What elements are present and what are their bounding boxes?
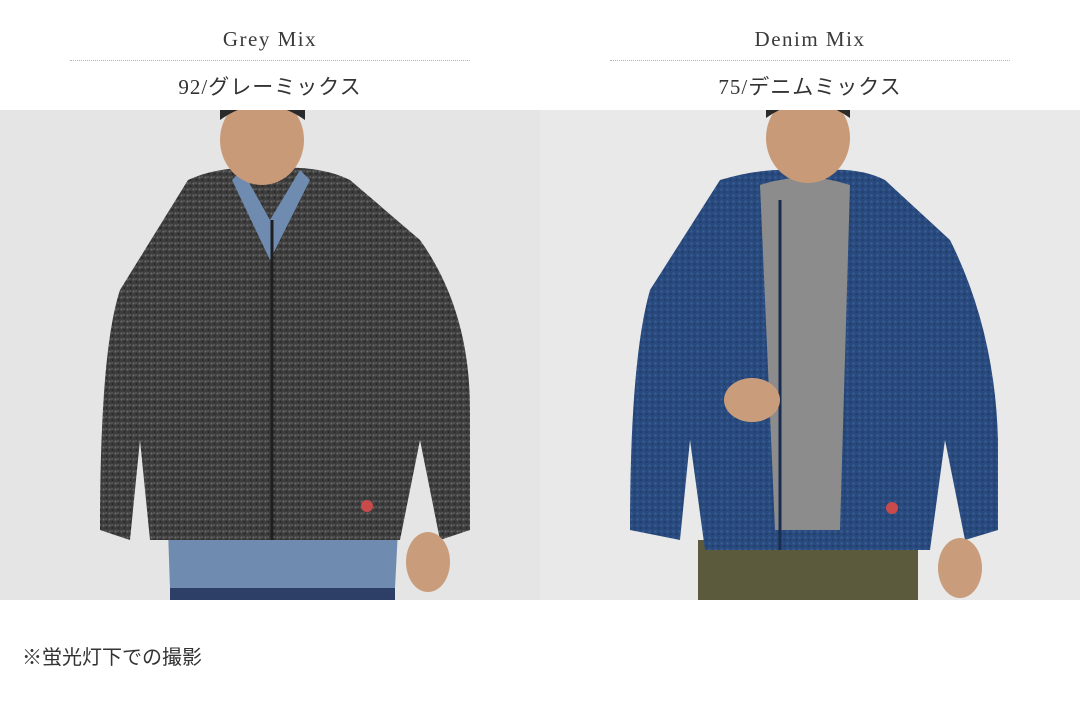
variant-header: Grey Mix 92/グレーミックス — [0, 0, 540, 110]
dotted-divider — [70, 60, 470, 61]
product-photo-denim-mix — [540, 110, 1080, 600]
variant-header: Denim Mix 75/デニムミックス — [540, 0, 1080, 110]
variant-name: Grey Mix — [222, 27, 318, 51]
lighting-note: ※蛍光灯下での撮影 — [22, 645, 202, 669]
variant-grey-mix: Grey Mix 92/グレーミックス — [0, 0, 540, 110]
dotted-divider — [610, 60, 1010, 61]
variant-denim-mix: Denim Mix 75/デニムミックス — [540, 0, 1080, 110]
product-photo-grey-mix — [0, 110, 540, 600]
variant-name: Denim Mix — [754, 27, 866, 51]
variant-color-code: 92/グレーミックス — [178, 75, 362, 99]
variant-color-code: 75/デニムミックス — [718, 75, 902, 99]
